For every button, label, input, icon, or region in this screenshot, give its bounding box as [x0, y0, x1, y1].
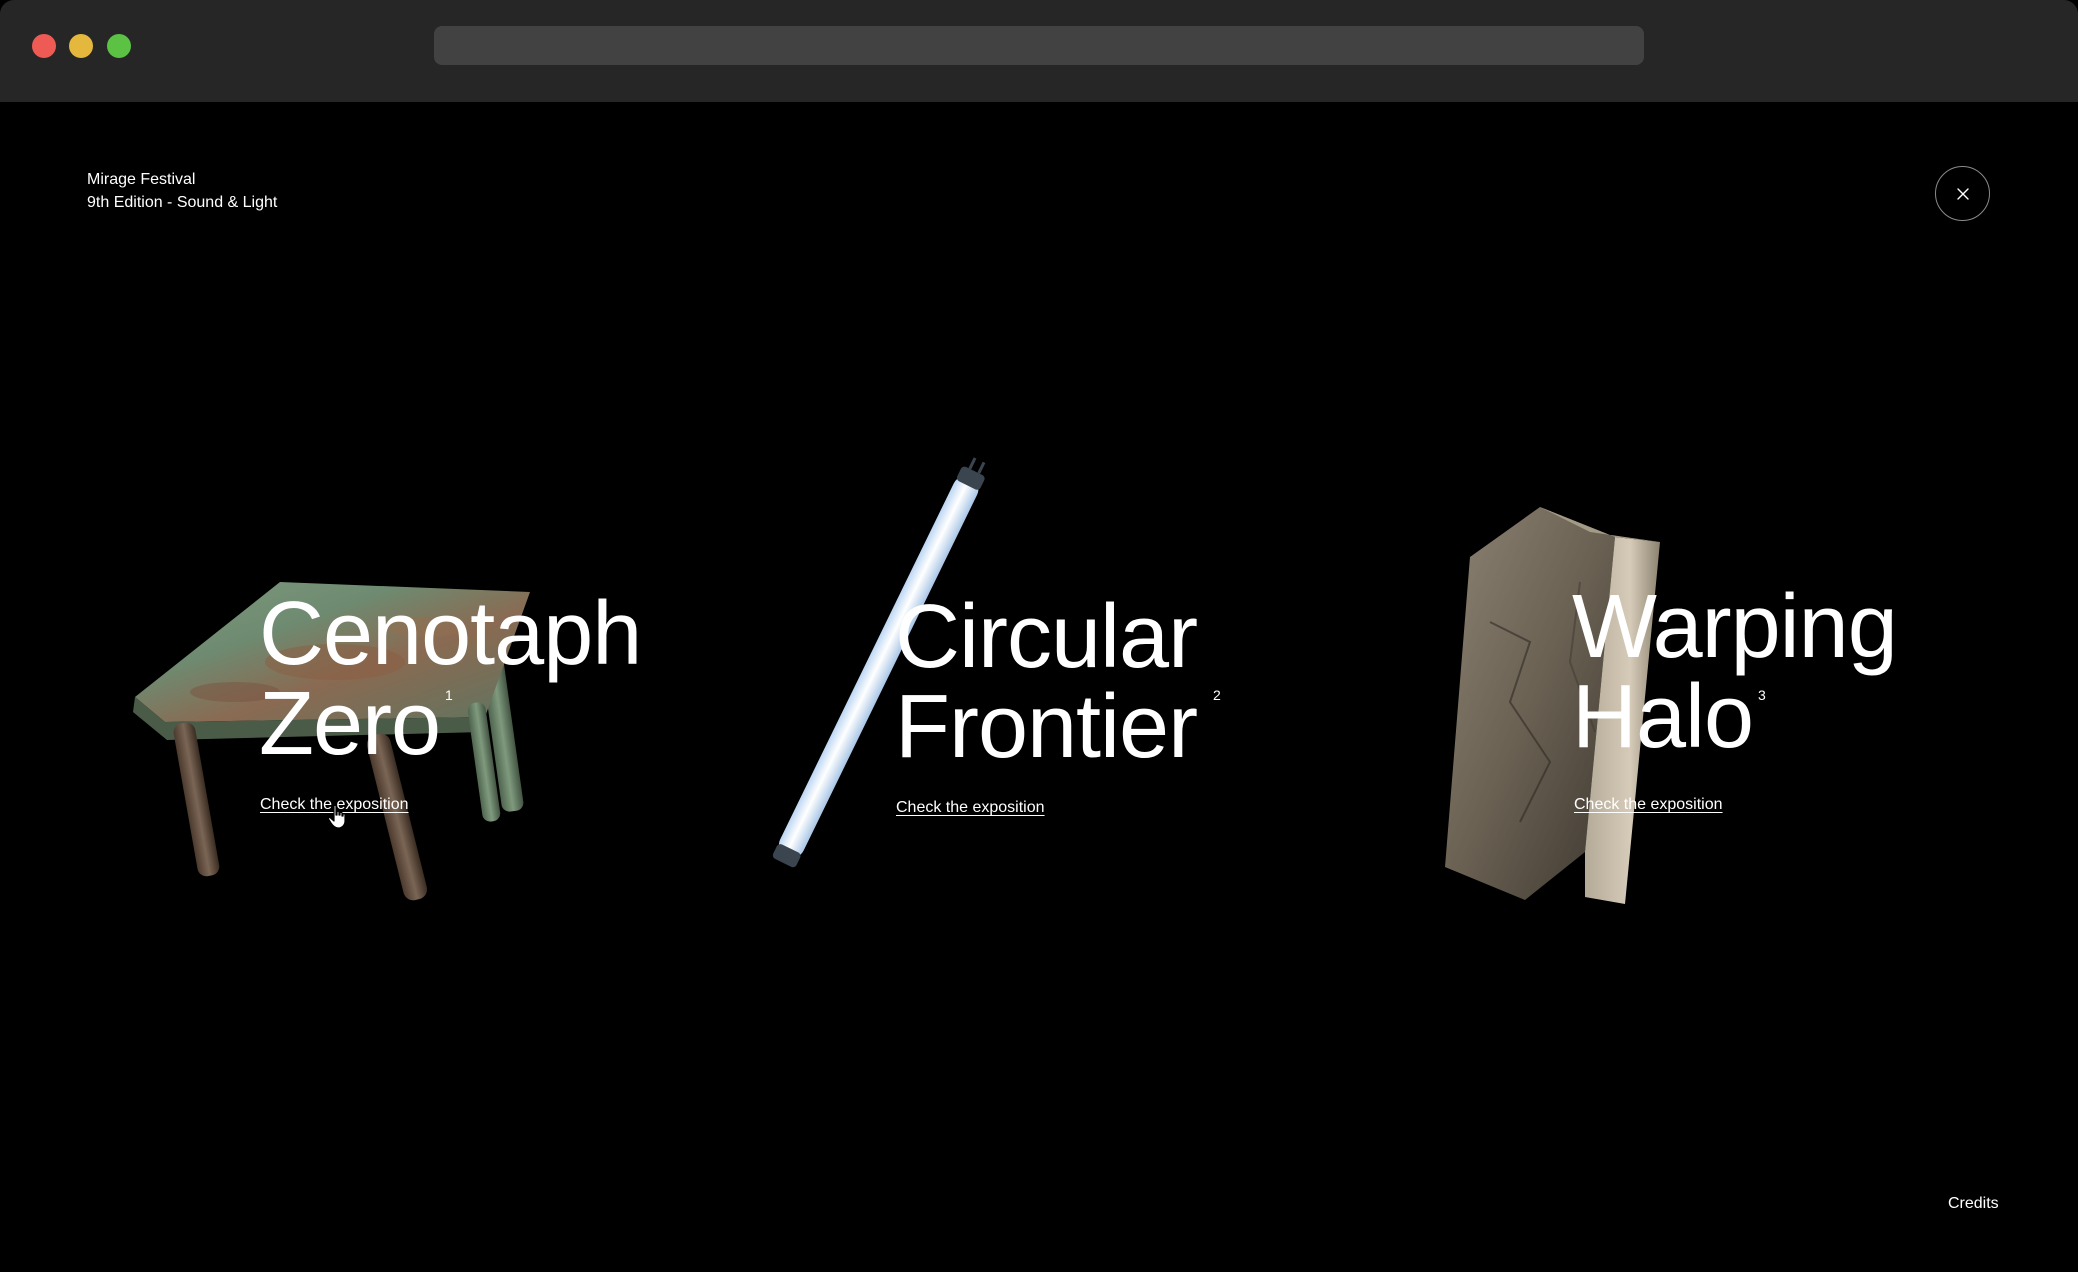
browser-window: Mirage Festival 9th Edition - Sound & Li…: [0, 0, 2078, 1272]
exhibit-title: Warping Halo: [1572, 577, 1898, 767]
exhibit-warping-halo: Warping Halo 3 Check the exposition: [1572, 577, 1898, 813]
exhibit-cenotaph-zero: Cenotaph Zero 1 Check the exposition: [259, 584, 642, 813]
exhibit-title-line1: Circular: [895, 587, 1198, 687]
exhibit-title: Circular Frontier: [895, 587, 1198, 777]
close-button[interactable]: [1935, 166, 1990, 221]
hand-cursor-icon: [327, 804, 346, 829]
brand-name: Mirage Festival: [87, 171, 196, 188]
exhibit-number: 3: [1758, 687, 1766, 703]
browser-titlebar: [0, 0, 2078, 102]
exhibit-title-line2: Halo: [1572, 667, 1754, 767]
festival-brand: Mirage Festival 9th Edition - Sound & Li…: [87, 168, 277, 214]
exhibit-title-line1: Warping: [1572, 577, 1898, 677]
exhibit-title: Cenotaph Zero: [259, 584, 642, 769]
exhibit-title-line1: Cenotaph: [259, 584, 642, 684]
close-window-button[interactable]: [32, 34, 56, 58]
credits-link[interactable]: Credits: [1948, 1195, 1999, 1213]
brand-edition: 9th Edition - Sound & Light: [87, 194, 278, 211]
close-icon: [1956, 187, 1969, 200]
exhibit-number: 1: [445, 687, 453, 703]
exhibit-circular-frontier: Circular Frontier 2 Check the exposition: [895, 587, 1221, 816]
page-content: Mirage Festival 9th Edition - Sound & Li…: [0, 102, 2078, 1272]
address-bar[interactable]: [434, 26, 1644, 65]
maximize-window-button[interactable]: [107, 34, 131, 58]
check-exposition-link[interactable]: Check the exposition: [1574, 796, 1723, 814]
minimize-window-button[interactable]: [69, 34, 93, 58]
exhibit-number: 2: [1213, 687, 1221, 703]
check-exposition-link[interactable]: Check the exposition: [896, 799, 1045, 817]
exhibit-title-line2: Frontier: [895, 677, 1198, 777]
